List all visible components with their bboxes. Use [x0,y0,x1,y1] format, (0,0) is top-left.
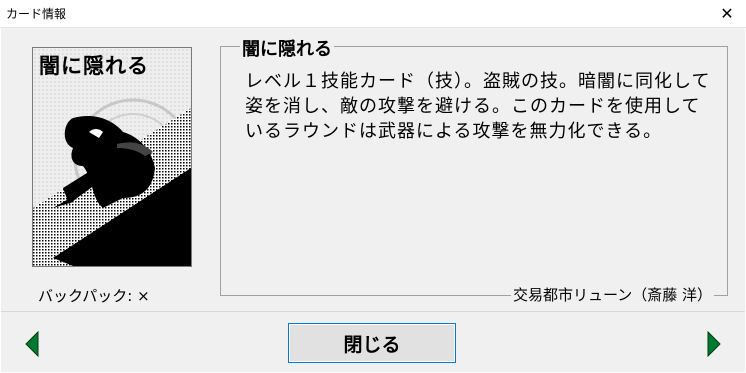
card-image-title: 闇に隠れる [39,54,149,78]
dialog-body: 闇に隠れる バックパック: × 闇に隠れる レベル１技能カード（技）。盗賊の技。… [1,28,745,372]
card-illustration: 闇に隠れる [32,47,192,267]
arrow-left-icon[interactable] [24,330,40,361]
card-description: レベル１技能カード（技）。盗賊の技。暗闇に同化して姿を消し、敵の攻撃を避ける。こ… [245,71,711,142]
card-illustration-art [33,48,191,266]
footer-divider [1,311,745,312]
title-bar: カード情報 ✕ [0,0,746,28]
arrow-right-icon[interactable] [706,330,722,361]
window-title: カード情報 [6,7,67,21]
backpack-status: バックパック: × [38,287,150,305]
card-name: 闇に隠れる [240,35,334,61]
close-button[interactable]: 閉じる [288,323,456,363]
close-icon[interactable]: ✕ [708,0,746,27]
card-credit: 交易都市リューン（斎藤 洋） [510,284,714,305]
